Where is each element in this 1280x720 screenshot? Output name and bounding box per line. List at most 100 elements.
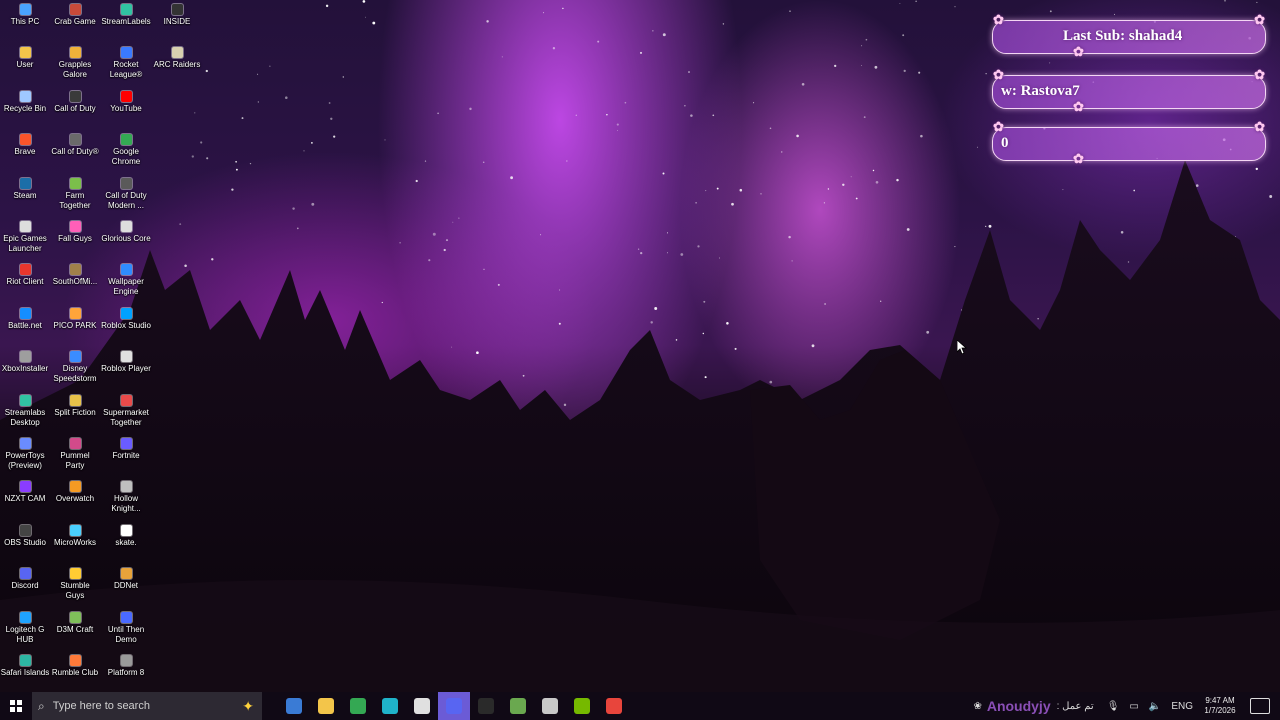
clock[interactable]: 9:47 AM 1/7/2026 <box>1198 696 1242 716</box>
desktop-icon[interactable]: Fortnite <box>101 436 151 461</box>
microsoft-store-icon <box>286 698 302 714</box>
app-icon <box>120 307 132 319</box>
network-icon[interactable]: ▭ <box>1129 701 1138 712</box>
app-icon <box>171 47 183 59</box>
app-icon <box>120 524 132 536</box>
copilot-sparkle-icon[interactable]: ✦ <box>242 698 254 715</box>
desktop-icon[interactable]: skate. <box>101 523 151 548</box>
desktop-icon[interactable]: Disney Speedstorm <box>50 349 100 384</box>
desktop-icon-label: Pummel Party <box>60 451 90 470</box>
desktop-icon[interactable]: Safari Islands <box>0 653 50 678</box>
app-icon <box>19 611 31 623</box>
taskbar-app-nvidia-app[interactable] <box>566 692 598 720</box>
desktop-icon[interactable]: Grapples Galore <box>50 45 100 80</box>
overlay-app-icon[interactable]: ❀ <box>973 701 981 712</box>
desktop-icon[interactable]: Brave <box>0 132 50 157</box>
volume-icon[interactable]: 🔈 <box>1149 701 1161 712</box>
desktop-icon-label: Roblox Studio <box>101 320 151 330</box>
flower-icon: ✿ <box>1073 151 1084 166</box>
app-icon <box>120 568 132 580</box>
desktop-icon-label: Fortnite <box>112 451 140 460</box>
desktop-icon-label: OBS Studio <box>4 537 46 547</box>
desktop-icon[interactable]: Stumble Guys <box>50 566 100 601</box>
desktop-icon[interactable]: Roblox Studio <box>101 306 151 331</box>
taskbar-app-blocky-app[interactable] <box>534 692 566 720</box>
taskbar-app-discord[interactable] <box>438 692 470 720</box>
desktop-icon[interactable]: Until Then Demo <box>101 610 151 645</box>
desktop-icon[interactable]: Call of Duty Modern ... <box>101 176 151 211</box>
desktop-icon[interactable]: Steam <box>0 176 50 201</box>
microphone-icon[interactable]: 🎙 <box>1107 701 1120 712</box>
blocky-app-icon <box>542 698 558 714</box>
desktop-icon[interactable]: This PC <box>0 2 50 27</box>
desktop-icon[interactable]: Call of Duty <box>50 89 100 114</box>
desktop-icon[interactable]: Fall Guys <box>50 219 100 244</box>
taskbar-app-google-chrome[interactable] <box>342 692 374 720</box>
desktop-icon-label: Roblox Player <box>101 364 151 374</box>
desktop-icon[interactable]: Riot Client <box>0 262 50 287</box>
desktop-icon-label: MicroWorks <box>53 537 97 547</box>
desktop-icon[interactable]: User <box>0 45 50 70</box>
app-icon <box>171 4 183 15</box>
taskbar-app-settings-like[interactable] <box>406 692 438 720</box>
desktop-icon[interactable]: Epic Games Launcher <box>0 219 50 254</box>
taskbar-app-minecraft[interactable] <box>502 692 534 720</box>
desktop-icon[interactable]: INSIDE <box>152 2 202 27</box>
desktop-icon[interactable]: D3M Craft <box>50 610 100 635</box>
flower-icon: ✿ <box>1254 119 1265 134</box>
desktop-icon[interactable]: Pummel Party <box>50 436 100 471</box>
taskbar-app-steam[interactable] <box>470 692 502 720</box>
taskbar-app-file-explorer[interactable] <box>310 692 342 720</box>
notification-center-icon[interactable] <box>1250 698 1270 714</box>
app-icon <box>69 134 81 146</box>
desktop-icon[interactable]: SouthOfMi... <box>50 262 100 287</box>
desktop-icon[interactable]: Hollow Knight... <box>101 479 151 514</box>
desktop-icon[interactable]: Streamlabs Desktop <box>0 393 50 428</box>
taskbar-app-microsoft-edge[interactable] <box>374 692 406 720</box>
desktop-icon[interactable]: Battle.net <box>0 306 50 331</box>
app-icon <box>69 655 81 666</box>
desktop-icon[interactable]: Call of Duty® <box>50 132 100 157</box>
desktop-icon[interactable]: YouTube <box>101 89 151 114</box>
desktop-icon[interactable]: DDNet <box>101 566 151 591</box>
desktop-icon[interactable]: Google Chrome <box>101 132 151 167</box>
desktop-icon[interactable]: PowerToys (Preview) <box>0 436 50 471</box>
desktop-icon[interactable]: Logitech G HUB <box>0 610 50 645</box>
flower-icon: ✿ <box>1073 99 1084 114</box>
desktop-icon[interactable]: Rumble Club <box>50 653 100 678</box>
desktop-icon[interactable]: NZXT CAM <box>0 479 50 504</box>
desktop-icon[interactable]: OBS Studio <box>0 523 50 548</box>
app-icon <box>120 134 132 146</box>
desktop-icon[interactable]: Wallpaper Engine <box>101 262 151 297</box>
app-icon <box>69 221 81 232</box>
app-icon <box>69 524 81 536</box>
desktop-icon[interactable]: Roblox Player <box>101 349 151 374</box>
desktop-icon[interactable]: Crab Game <box>50 2 100 27</box>
desktop-icon[interactable]: Split Fiction <box>50 393 100 418</box>
desktop-icon[interactable]: Recycle Bin <box>0 89 50 114</box>
app-icon <box>19 90 31 102</box>
desktop-icon[interactable]: Glorious Core <box>101 219 151 244</box>
start-button[interactable] <box>0 692 32 720</box>
desktop-icon[interactable]: Supermarket Together <box>101 393 151 428</box>
desktop-icon[interactable]: Platform 8 <box>101 653 151 678</box>
language-indicator[interactable]: ENG <box>1171 701 1193 712</box>
desktop-icon[interactable]: StreamLabels <box>101 2 151 27</box>
desktop-icon[interactable]: MicroWorks <box>50 523 100 548</box>
desktop-icon[interactable]: Farm Together <box>50 176 100 211</box>
desktop-icon[interactable]: Discord <box>0 566 50 591</box>
desktop-icon-label: DDNet <box>113 581 138 591</box>
app-icon <box>19 481 31 493</box>
desktop-icon[interactable]: XboxInstaller <box>0 349 50 374</box>
app-icon <box>120 90 132 102</box>
app-icon <box>69 264 81 276</box>
desktop-icon[interactable]: PICO PARK <box>50 306 100 331</box>
taskbar-app-microsoft-store[interactable] <box>278 692 310 720</box>
app-icon <box>69 438 81 449</box>
taskbar-app-chrome-profile[interactable] <box>598 692 630 720</box>
desktop-icon[interactable]: ARC Raiders <box>152 45 202 70</box>
taskbar-search-box[interactable]: ⌕ Type here to search ✦ <box>32 692 262 720</box>
desktop-icon[interactable]: Rocket League® <box>101 45 151 80</box>
search-placeholder: Type here to search <box>52 700 150 712</box>
desktop-icon[interactable]: Overwatch <box>50 479 100 504</box>
